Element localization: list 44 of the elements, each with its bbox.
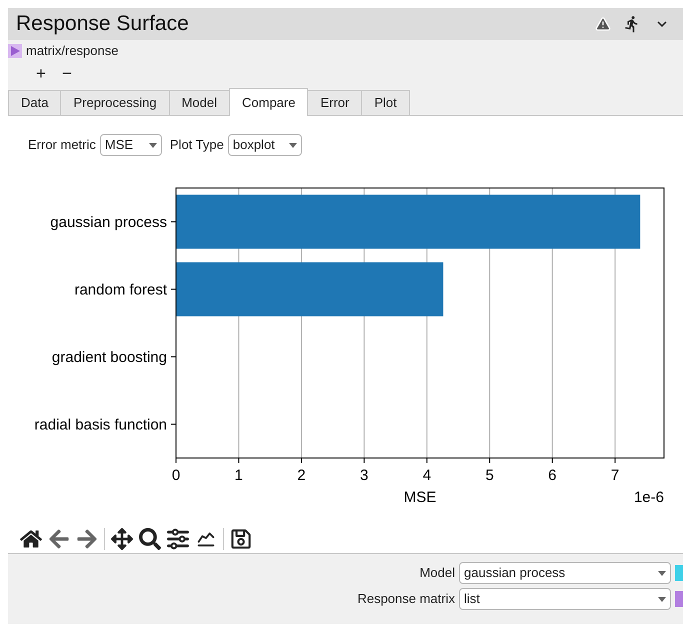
forward-arrow-icon[interactable] [76, 528, 98, 550]
tick-label: 4 [422, 467, 432, 484]
control-label: Plot Type [170, 136, 224, 154]
tick-label: 3 [360, 467, 368, 484]
move-icon[interactable] [111, 528, 133, 550]
tab[interactable]: Data [8, 90, 62, 115]
tab[interactable]: Model [168, 90, 230, 115]
back-arrow-icon[interactable] [48, 528, 70, 550]
offset-label: 1e-6 [634, 489, 664, 506]
dropdown-arrow-icon [658, 570, 666, 576]
remove-button[interactable]: − [62, 64, 72, 82]
dropdown[interactable]: boxplot [228, 134, 302, 156]
tab[interactable]: Preprocessing [60, 90, 170, 115]
dropdown[interactable]: MSE [100, 134, 162, 156]
field-label: Response matrix [357, 590, 455, 608]
tick-label: 7 [610, 467, 620, 484]
dropdown-arrow-icon [288, 142, 297, 148]
tick-label: 0 [172, 467, 180, 484]
sliders-icon[interactable] [167, 528, 189, 550]
port-label: matrix/response [26, 42, 118, 60]
tick-label: 5 [485, 467, 494, 484]
tick-label: 6 [548, 467, 557, 484]
category-label: gaussian process [50, 214, 167, 231]
tab[interactable]: Plot [361, 90, 410, 115]
search-icon[interactable] [139, 528, 161, 550]
axis-label: MSE [404, 489, 436, 506]
warning-icon[interactable] [595, 16, 611, 32]
tick-label: 1 [234, 467, 243, 484]
tab[interactable]: Error [307, 90, 362, 115]
save-icon[interactable] [230, 528, 252, 550]
category-label: random forest [74, 281, 167, 298]
window-title: Response Surface [16, 11, 189, 38]
dropdown-arrow-icon [148, 142, 157, 148]
add-button[interactable]: + [36, 64, 46, 82]
control-label: Error metric [28, 136, 96, 154]
category-label: gradient boosting [52, 348, 167, 366]
home-icon[interactable] [20, 528, 42, 550]
dropdown-arrow-icon [658, 596, 666, 602]
dropdown[interactable]: list [459, 588, 671, 610]
field-label: Model [420, 564, 455, 582]
category-label: radial basis function [34, 416, 167, 434]
dropdown[interactable]: gaussian process [459, 562, 671, 584]
tab[interactable]: Compare [229, 88, 308, 116]
tick-label: 2 [297, 467, 306, 484]
